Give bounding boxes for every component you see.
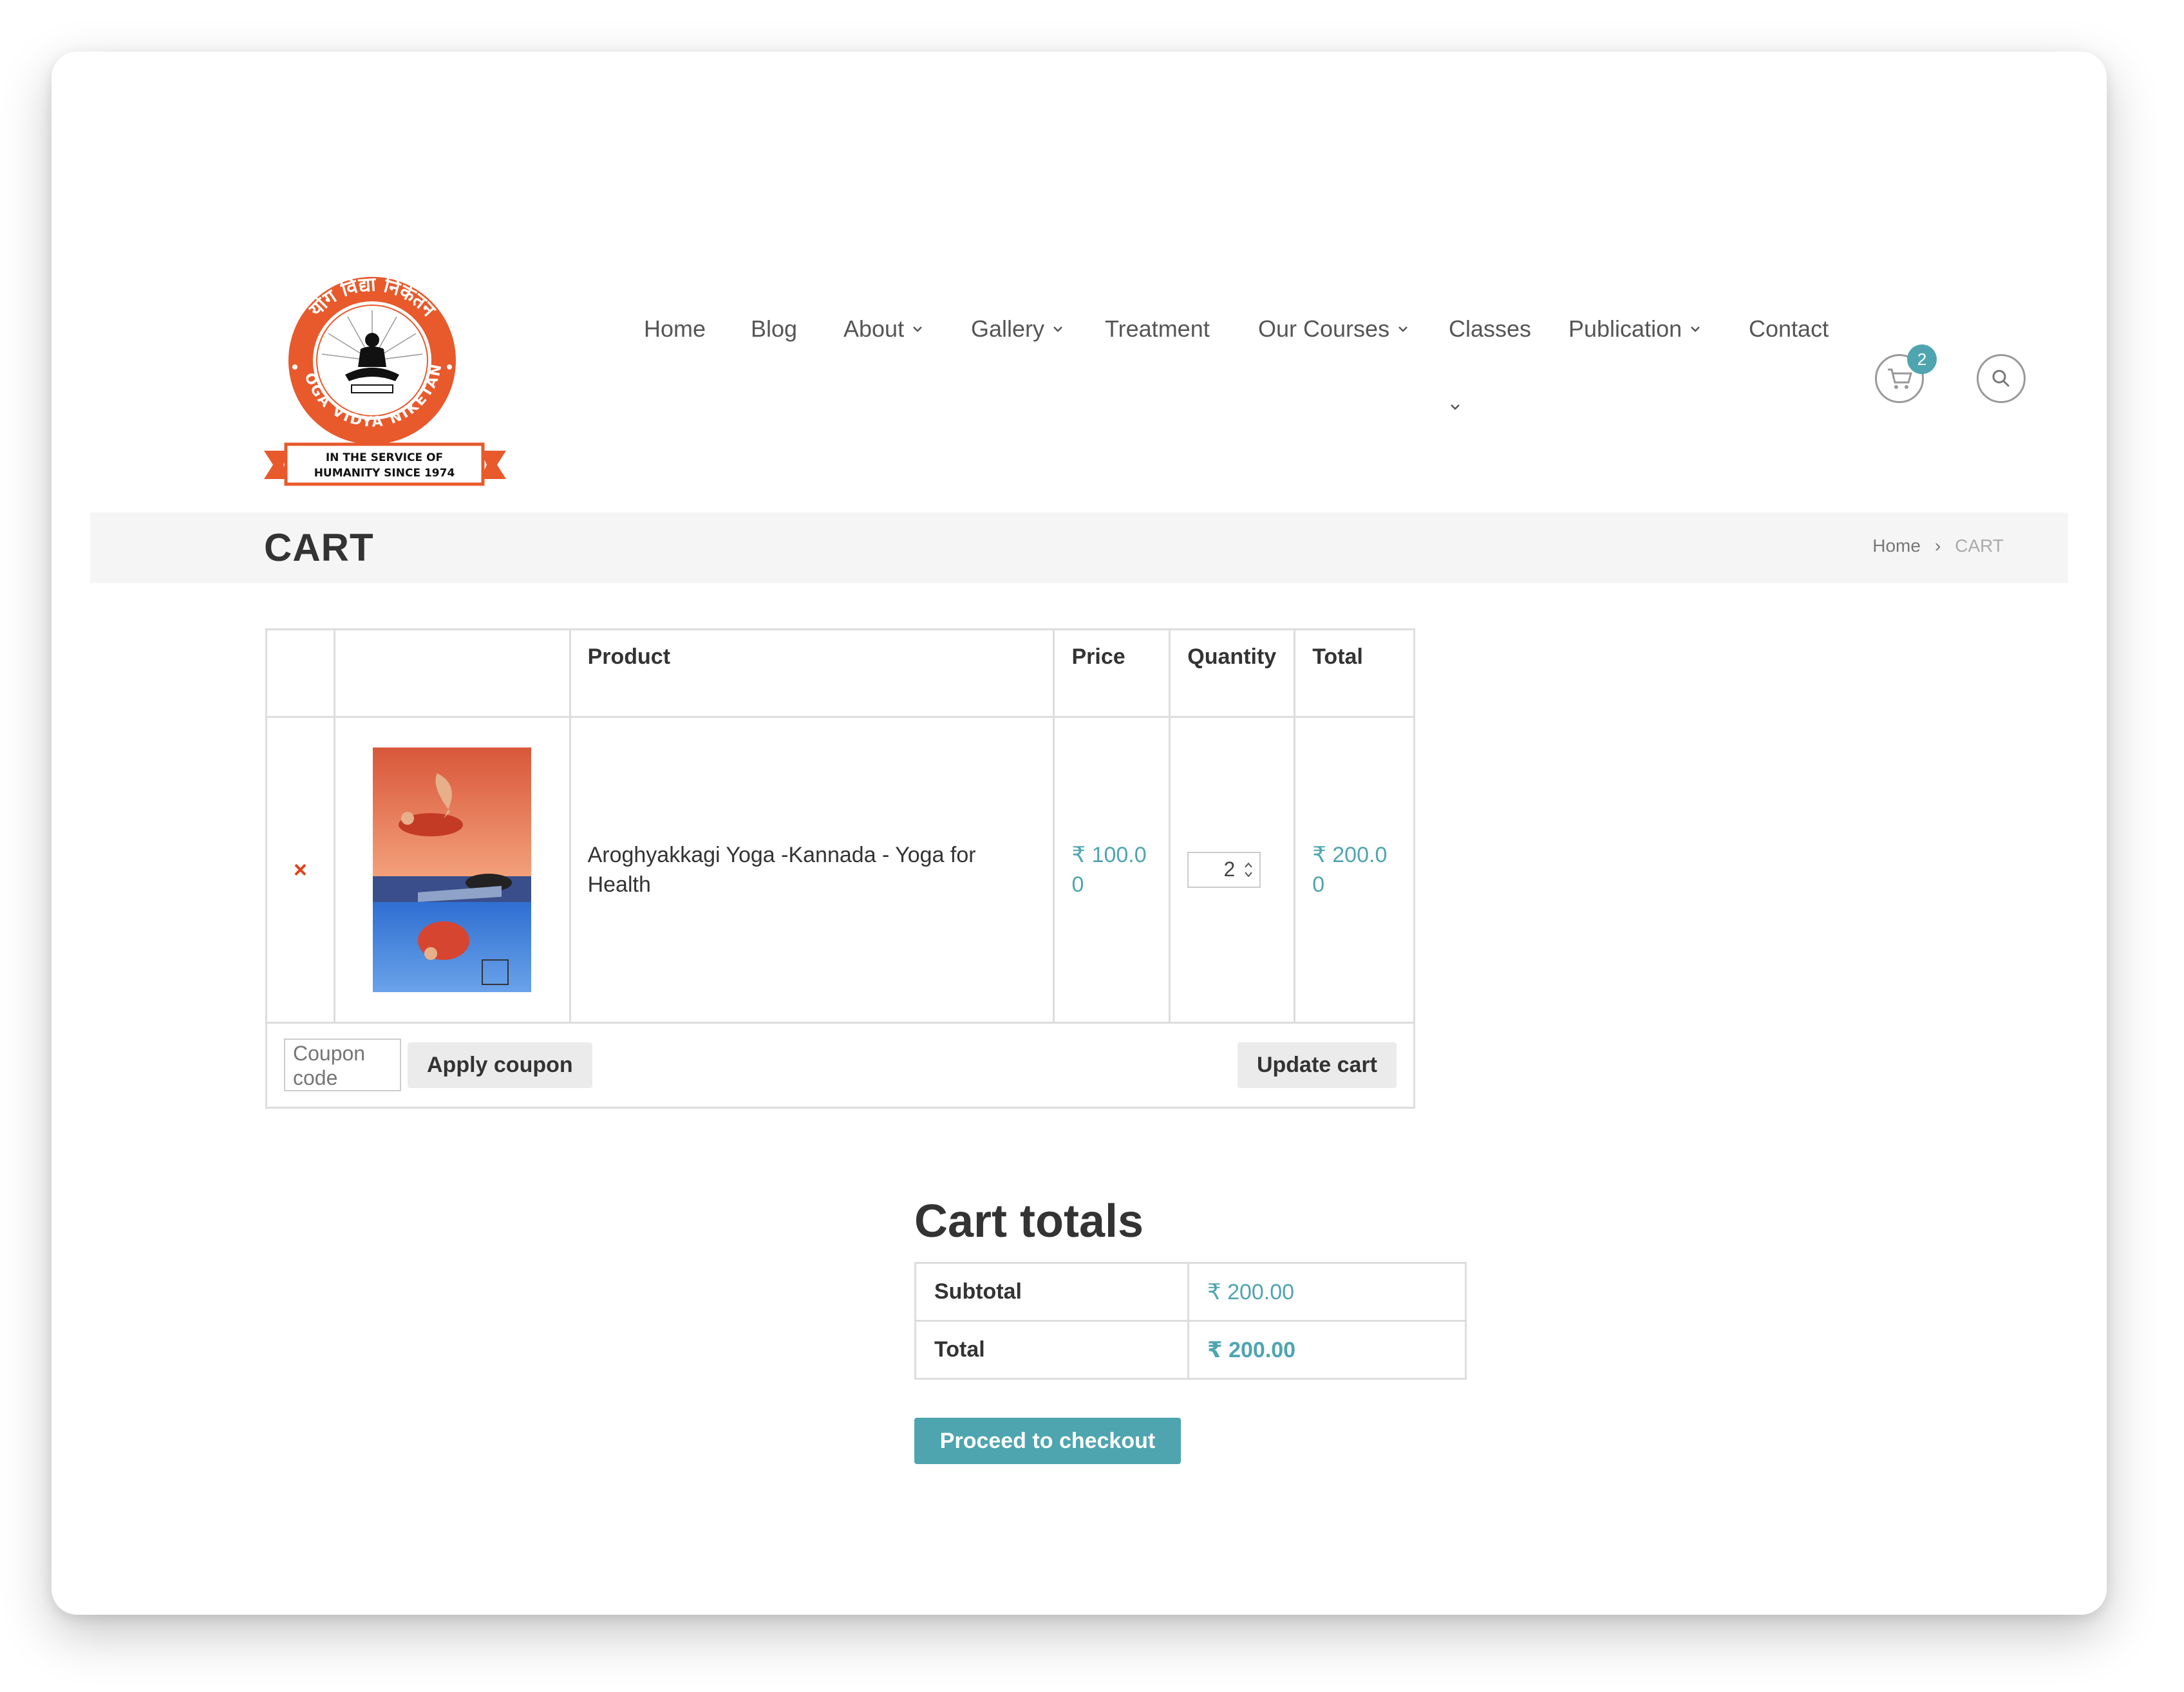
apply-coupon-button[interactable]: Apply coupon (408, 1042, 592, 1088)
nav-label: Classes (1449, 315, 1532, 342)
magnifier-glyph (1992, 370, 2010, 388)
subtotal-row: Subtotal ₹ 200.00 (914, 1262, 1467, 1322)
coupon-group: Apply coupon (284, 1039, 592, 1092)
chevron-down-icon (913, 326, 922, 332)
price-cell: ₹ 100.00 (1053, 716, 1171, 1024)
search-icon[interactable] (1977, 354, 2026, 403)
header-product: Product (569, 628, 1055, 718)
update-cart-button[interactable]: Update cart (1237, 1042, 1397, 1088)
total-label: Total (914, 1320, 1189, 1380)
nav-label: Publication (1568, 315, 1682, 342)
header-price: Price (1053, 628, 1171, 718)
header-remove (265, 628, 335, 718)
nav-item-home[interactable]: Home (644, 315, 706, 343)
page-title: CART (264, 526, 374, 569)
nav-label: Our Courses (1258, 315, 1390, 342)
product-thumbnail[interactable] (373, 747, 532, 992)
coupon-code-input[interactable] (284, 1039, 401, 1092)
quantity-cell: 2 (1169, 716, 1296, 1024)
product-name-cell: Aroghyakkagi Yoga -Kannada - Yoga for He… (569, 716, 1055, 1024)
page-title-bar (90, 512, 2068, 583)
thumbnail-cell (333, 716, 571, 1024)
nav-item-about[interactable]: About (843, 315, 925, 343)
total-value: ₹ 200.00 (1187, 1320, 1467, 1380)
nav-label: Gallery (971, 315, 1045, 342)
site-logo[interactable]: योग विद्या निकेतन YOGA VIDYA NIKETAN IN … (264, 264, 534, 534)
cart-count-badge: 2 (1907, 344, 1937, 374)
nav-item-publication[interactable]: Publication (1568, 315, 1702, 343)
cart-totals-title: Cart totals (914, 1196, 1144, 1247)
browser-window: योग विद्या निकेतन YOGA VIDYA NIKETAN IN … (52, 52, 2107, 1615)
breadcrumb-separator: › (1934, 536, 1941, 556)
nav-label: Blog (751, 315, 798, 342)
line-total: ₹ 200.00 (1312, 842, 1388, 897)
nav-item-blog[interactable]: Blog (751, 315, 797, 343)
remove-item-icon[interactable]: × (284, 856, 317, 883)
logo-ribbon-line1: IN THE SERVICE OF (326, 451, 443, 464)
remove-cell: × (265, 716, 335, 1024)
breadcrumb-home[interactable]: Home (1872, 536, 1921, 556)
product-price: ₹ 100.00 (1071, 842, 1147, 897)
nav-label: Home (644, 315, 706, 342)
cart-table-header: Product Price Quantity Total (265, 628, 1415, 718)
header-quantity: Quantity (1169, 628, 1296, 718)
nav-label: Contact (1749, 315, 1829, 342)
quantity-value: 2 (1223, 858, 1236, 881)
spinner-arrows-icon[interactable] (1243, 858, 1254, 881)
cart-table: Product Price Quantity Total × Aroghyakk… (265, 628, 1415, 1109)
header-total: Total (1294, 628, 1415, 718)
chevron-down-icon (1398, 326, 1407, 332)
chevron-down-icon (1053, 326, 1062, 332)
nav-item-our-courses[interactable]: Our Courses (1258, 315, 1410, 343)
cart-totals-table: Subtotal ₹ 200.00 Total ₹ 200.00 (914, 1262, 1467, 1380)
cart-actions: Apply coupon Update cart (284, 1039, 1397, 1092)
nav-item-contact[interactable]: Contact (1749, 315, 1829, 343)
nav-label: Treatment (1105, 315, 1210, 342)
header-thumbnail (333, 628, 571, 718)
nav-item-gallery[interactable]: Gallery (971, 315, 1065, 343)
logo-ribbon-line2: HUMANITY SINCE 1974 (314, 467, 455, 480)
breadcrumb-current: CART (1955, 536, 2004, 556)
chevron-down-icon[interactable] (1447, 399, 1463, 415)
nav-item-classes[interactable]: Classes (1449, 315, 1531, 343)
cart-glyph (1888, 368, 1912, 389)
total-row: Total ₹ 200.00 (914, 1320, 1467, 1380)
subtotal-label: Subtotal (914, 1262, 1189, 1322)
nav-item-treatment[interactable]: Treatment (1105, 315, 1210, 343)
quantity-stepper[interactable]: 2 (1187, 851, 1261, 888)
cart-actions-row: Apply coupon Update cart (265, 1021, 1415, 1109)
cart-actions-cell: Apply coupon Update cart (265, 1021, 1415, 1109)
breadcrumb: Home › CART (1872, 536, 2004, 556)
subtotal-value: ₹ 200.00 (1187, 1262, 1467, 1322)
total-cell: ₹ 200.00 (1294, 716, 1415, 1024)
chevron-down-icon (1691, 326, 1700, 332)
product-name-link[interactable]: Aroghyakkagi Yoga -Kannada - Yoga for He… (588, 843, 976, 897)
proceed-to-checkout-button[interactable]: Proceed to checkout (914, 1418, 1181, 1464)
nav-label: About (843, 315, 905, 342)
table-row: × Aroghyakkagi Yoga -Kannada - Yoga for … (265, 716, 1415, 1024)
